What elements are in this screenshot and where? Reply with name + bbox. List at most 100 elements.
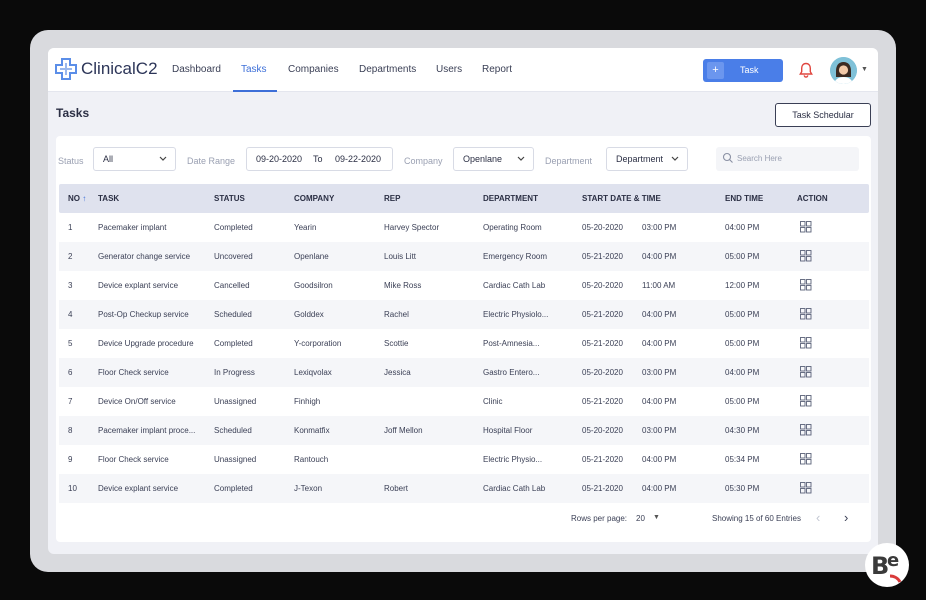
cell-end-time: 05:00 PM: [725, 252, 760, 261]
nav-tasks[interactable]: Tasks: [241, 48, 267, 92]
cell-end-time: 04:30 PM: [725, 426, 760, 435]
table-row[interactable]: 9 Floor Check service Unassigned Rantouch El…: [59, 445, 869, 474]
cell-department: Gastro Entero...: [483, 368, 540, 377]
cell-company: Y-corporation: [294, 339, 342, 348]
rows-per-page-select[interactable]: 20: [636, 514, 645, 523]
table-row[interactable]: 5 Device Upgrade procedure Completed Y-corp…: [59, 329, 869, 358]
cell-company: Yearin: [294, 223, 317, 232]
rows-per-page-label: Rows per page:: [571, 514, 628, 523]
grid-action-icon[interactable]: [800, 279, 812, 291]
cell-department: Post-Amnesia...: [483, 339, 540, 348]
cell-start-date: 05-21-2020: [582, 397, 623, 406]
cell-start-time: 03:00 PM: [642, 368, 677, 377]
grid-action-icon[interactable]: [800, 221, 812, 233]
company-filter-select[interactable]: Openlane: [453, 147, 534, 171]
cell-start-time: 04:00 PM: [642, 397, 677, 406]
table-row[interactable]: 2 Generator change service Uncovered Openla…: [59, 242, 869, 271]
cell-rep: Louis Litt: [384, 252, 417, 261]
cell-end-time: 05:34 PM: [725, 455, 760, 464]
cell-task: Device On/Off service: [98, 397, 176, 406]
status-filter-select[interactable]: All: [93, 147, 176, 171]
svg-text:e: e: [887, 550, 899, 571]
cell-end-time: 05:00 PM: [725, 339, 760, 348]
cell-company: Konmatfix: [294, 426, 330, 435]
nav-companies[interactable]: Companies: [288, 48, 339, 92]
cell-department: Operating Room: [483, 223, 542, 232]
cell-no: 9: [68, 455, 73, 464]
cell-task: Generator change service: [98, 252, 191, 261]
table-row[interactable]: 6 Floor Check service In Progress Lexiqvola…: [59, 358, 869, 387]
chevron-down-icon: [517, 156, 525, 161]
search-placeholder: Search Here: [737, 154, 782, 163]
grid-action-icon[interactable]: [800, 395, 812, 407]
cell-no: 2: [68, 252, 73, 261]
task-scheduler-button[interactable]: Task Schedular: [775, 103, 871, 127]
bell-icon[interactable]: [799, 62, 813, 78]
col-start-date-time: START DATE & TIME: [582, 194, 661, 203]
cell-start-time: 03:00 PM: [642, 223, 677, 232]
table-row[interactable]: 4 Post-Op Checkup service Scheduled Golddex…: [59, 300, 869, 329]
cell-department: Cardiac Cath Lab: [483, 281, 546, 290]
cell-start-time: 11:00 AM: [642, 281, 676, 290]
cell-start-date: 05-21-2020: [582, 484, 623, 493]
cell-task: Post-Op Checkup service: [98, 310, 189, 319]
brand-name[interactable]: ClinicalC2: [81, 59, 158, 79]
status-filter-value: All: [103, 154, 114, 164]
top-navbar: ClinicalC2 Dashboard Tasks Companies Dep…: [48, 48, 878, 92]
avatar-chevron-down-icon[interactable]: ▼: [861, 66, 868, 73]
cell-start-date: 05-20-2020: [582, 368, 623, 377]
cell-rep: Mike Ross: [384, 281, 422, 290]
entries-count: Showing 15 of 60 Entries: [712, 514, 801, 523]
date-to-label: To: [313, 154, 323, 164]
avatar[interactable]: [830, 57, 857, 84]
nav-dashboard[interactable]: Dashboard: [172, 48, 221, 92]
cell-start-date: 05-21-2020: [582, 339, 623, 348]
cell-start-date: 05-21-2020: [582, 310, 623, 319]
table-row[interactable]: 3 Device explant service Cancelled Goodsilr…: [59, 271, 869, 300]
grid-action-icon[interactable]: [800, 366, 812, 378]
grid-action-icon[interactable]: [800, 308, 812, 320]
date-to[interactable]: 09-22-2020: [335, 148, 381, 170]
grid-action-icon[interactable]: [800, 424, 812, 436]
status-filter-label: Status: [58, 156, 84, 166]
grid-action-icon[interactable]: [800, 250, 812, 262]
cell-no: 5: [68, 339, 73, 348]
cell-rep: Joff Mellon: [384, 426, 423, 435]
cell-department: Electric Physio...: [483, 455, 543, 464]
date-from[interactable]: 09-20-2020: [256, 154, 302, 164]
department-filter-label: Department: [545, 156, 593, 166]
col-no[interactable]: NO ↑: [68, 194, 86, 203]
grid-action-icon[interactable]: [800, 482, 812, 494]
rows-per-page-chevron-down-icon[interactable]: ▼: [653, 514, 660, 521]
cell-department: Clinic: [483, 397, 503, 406]
nav-users[interactable]: Users: [436, 48, 462, 92]
table-row[interactable]: 10 Device explant service Completed J-Texon…: [59, 474, 869, 503]
department-filter-select[interactable]: Department: [606, 147, 688, 171]
cell-company: Openlane: [294, 252, 329, 261]
col-rep: REP: [384, 194, 401, 203]
cell-rep: Jessica: [384, 368, 411, 377]
date-range-picker[interactable]: 09-20-2020 To 09-22-2020: [246, 147, 393, 171]
add-task-button[interactable]: + Task: [703, 59, 783, 82]
cell-start-time: 04:00 PM: [642, 339, 677, 348]
cell-task: Pacemaker implant: [98, 223, 167, 232]
cell-no: 10: [68, 484, 77, 493]
chevron-down-icon: [671, 156, 679, 161]
cell-company: Goodsilron: [294, 281, 333, 290]
col-action: ACTION: [797, 194, 828, 203]
table-row[interactable]: 1 Pacemaker implant Completed Yearin Harvey …: [59, 213, 869, 242]
prev-page-chevron-left-icon[interactable]: ‹: [816, 510, 820, 525]
cell-start-time: 04:00 PM: [642, 310, 677, 319]
nav-report[interactable]: Report: [482, 48, 512, 92]
grid-action-icon[interactable]: [800, 337, 812, 349]
grid-action-icon[interactable]: [800, 453, 812, 465]
cell-end-time: 04:00 PM: [725, 368, 760, 377]
cell-department: Cardiac Cath Lab: [483, 484, 546, 493]
search-input[interactable]: Search Here: [716, 147, 859, 171]
sort-arrow-icon: ↑: [82, 194, 87, 203]
nav-departments[interactable]: Departments: [359, 48, 416, 92]
cross-logo-icon[interactable]: [54, 57, 78, 81]
table-row[interactable]: 7 Device On/Off service Unassigned Finhigh C…: [59, 387, 869, 416]
table-row[interactable]: 8 Pacemaker implant proce... Scheduled Konm…: [59, 416, 869, 445]
next-page-chevron-right-icon[interactable]: ›: [844, 510, 848, 525]
